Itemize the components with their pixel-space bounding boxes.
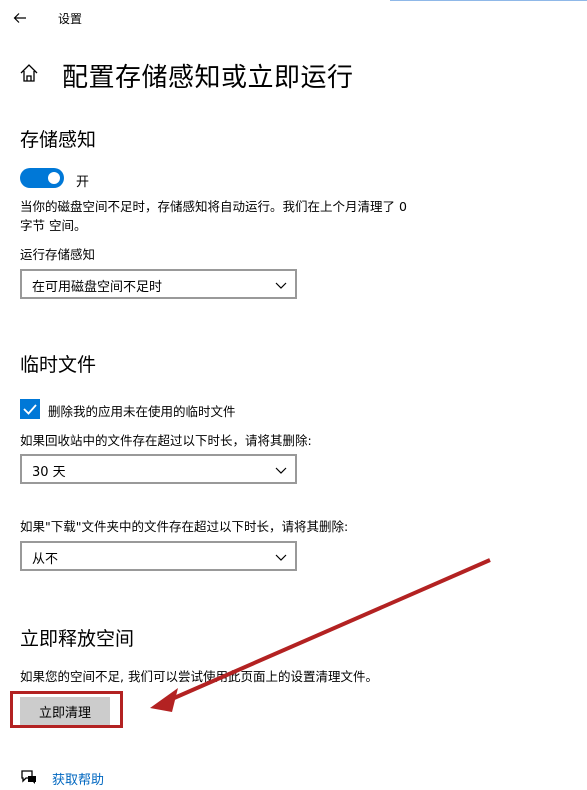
toggle-knob bbox=[48, 172, 60, 184]
dropdown-value: 30 天 bbox=[32, 465, 66, 480]
storage-sense-heading: 存储感知 bbox=[20, 129, 97, 151]
dropdown-value: 从不 bbox=[32, 552, 59, 567]
free-space-description: 如果您的空间不足, 我们可以尝试使用此页面上的设置清理文件。 bbox=[20, 669, 378, 684]
chevron-down-icon bbox=[275, 467, 287, 474]
title-bar-accent-line bbox=[390, 0, 587, 1]
recycle-bin-duration-dropdown[interactable]: 30 天 bbox=[20, 454, 297, 484]
delete-temp-files-label: 删除我的应用未在使用的临时文件 bbox=[48, 404, 236, 419]
run-storage-sense-dropdown[interactable]: 在可用磁盘空间不足时 bbox=[20, 269, 297, 299]
get-help-link[interactable]: 获取帮助 bbox=[52, 769, 104, 788]
temp-files-heading: 临时文件 bbox=[20, 354, 97, 376]
storage-sense-description-line2: 字节 空间。 bbox=[20, 218, 87, 233]
back-arrow-icon bbox=[13, 13, 26, 23]
recycle-bin-label: 如果回收站中的文件存在超过以下时长，请将其删除: bbox=[20, 433, 312, 448]
delete-temp-files-checkbox[interactable] bbox=[20, 399, 40, 419]
toggle-state-label: 开 bbox=[76, 175, 90, 190]
storage-sense-toggle[interactable] bbox=[20, 168, 64, 188]
dropdown-value: 在可用磁盘空间不足时 bbox=[32, 280, 163, 295]
home-icon[interactable] bbox=[18, 62, 42, 86]
window-title: 设置 bbox=[58, 12, 83, 26]
downloads-folder-label: 如果"下载"文件夹中的文件存在超过以下时长，请将其删除: bbox=[20, 519, 349, 534]
free-space-heading: 立即释放空间 bbox=[20, 628, 135, 650]
back-button[interactable] bbox=[8, 6, 32, 30]
annotation-highlight-box bbox=[10, 691, 123, 728]
downloads-duration-dropdown[interactable]: 从不 bbox=[20, 541, 297, 571]
help-chat-icon[interactable] bbox=[20, 768, 38, 786]
storage-sense-description-line1: 当你的磁盘空间不足时，存储感知将自动运行。我们在上个月清理了 0 bbox=[20, 199, 407, 214]
page-title: 配置存储感知或立即运行 bbox=[62, 63, 354, 93]
run-storage-sense-label: 运行存储感知 bbox=[20, 247, 96, 262]
checkmark-icon bbox=[23, 404, 37, 415]
chevron-down-icon bbox=[275, 554, 287, 561]
chevron-down-icon bbox=[275, 282, 287, 289]
